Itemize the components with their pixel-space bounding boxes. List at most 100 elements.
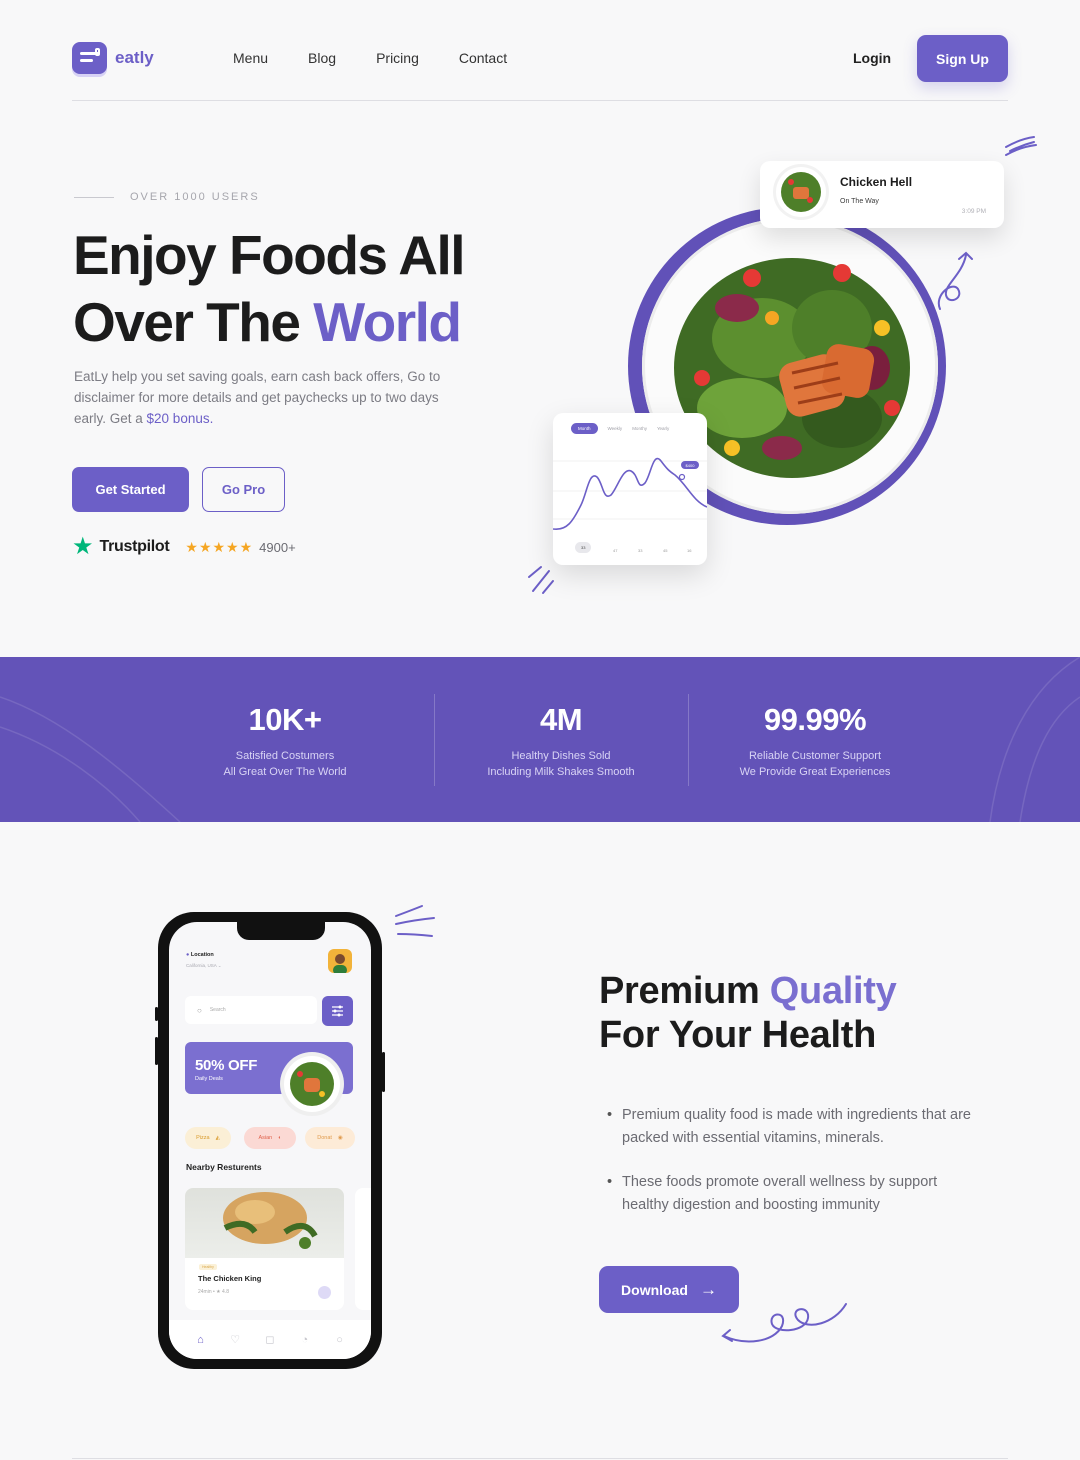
phone-screen: ● Location California, USA ⌄ ○ Search 50…	[169, 922, 371, 1359]
stat-sublabel: All Great Over The World	[223, 766, 347, 778]
restaurant-name: The Chicken King	[198, 1274, 262, 1283]
phone-side-button	[155, 1037, 158, 1065]
chart-x-label: 33	[638, 548, 643, 553]
mini-chart-svg: $400	[553, 457, 707, 530]
phone-side-button	[155, 1007, 158, 1021]
pizza-icon: ◭	[215, 1135, 220, 1141]
filter-icon	[332, 1005, 343, 1017]
location-value-text: California, USA	[186, 963, 217, 968]
swirl-arrow-decoration-icon	[937, 251, 973, 310]
stat-label: Reliable Customer Support	[748, 750, 882, 762]
arrow-right-icon: →	[699, 1279, 717, 1299]
premium-bullet-1: Premium quality food is made with ingred…	[607, 1104, 987, 1150]
nav-link-blog[interactable]: Blog	[308, 50, 336, 66]
nav-link-menu[interactable]: Menu	[233, 50, 268, 66]
category-chip-pizza[interactable]: Pizza ◭	[185, 1127, 231, 1149]
rating-stars: ★★★★★	[185, 538, 254, 555]
chevron-down-icon: ⌄	[217, 963, 222, 968]
chip-label: Pizza	[196, 1135, 210, 1141]
hero-eyebrow: OVER 1000 USERS	[74, 191, 260, 203]
trustpilot-rating: ★ Trustpilot ★★★★★ 4900+	[72, 533, 296, 560]
promo-title: 50% OFF	[195, 1057, 258, 1074]
restaurant-meta: 24min • ★ 4.8	[198, 1289, 229, 1295]
chart-x-label: 33	[575, 542, 592, 553]
squiggle-decoration-icon	[1005, 136, 1037, 156]
login-link[interactable]: Login	[853, 50, 891, 66]
chart-tab-monthy[interactable]: Monthy	[632, 426, 647, 431]
location-pin-icon: ●	[186, 952, 190, 958]
restaurant-card-peek[interactable]	[355, 1188, 371, 1310]
nearby-title: Nearby Resturents	[186, 1162, 262, 1172]
premium-title-word1: Premium	[599, 970, 770, 1012]
avatar[interactable]	[328, 949, 352, 973]
search-icon: ○	[197, 1005, 202, 1015]
promo-subtitle: Daily Deals	[195, 1076, 223, 1082]
nav-divider	[72, 100, 1008, 101]
stat-label: Healthy Dishes Sold	[511, 750, 611, 762]
signup-button[interactable]: Sign Up	[917, 35, 1008, 82]
bag-icon[interactable]: ◻	[264, 1334, 276, 1346]
chart-tab-yearly[interactable]: Yearly	[657, 426, 669, 431]
stat-value: 10K+	[248, 702, 322, 737]
stat-sublabel: We Provide Great Experiences	[739, 766, 891, 778]
heart-icon[interactable]: ♡	[229, 1334, 241, 1346]
notification-title: Chicken Hell	[840, 175, 913, 189]
phone-notch	[237, 922, 325, 940]
get-started-button[interactable]: Get Started	[72, 467, 189, 512]
restaurant-image	[185, 1188, 344, 1258]
bookmark-icon[interactable]	[318, 1286, 331, 1299]
location-value[interactable]: California, USA ⌄	[186, 963, 222, 969]
eyebrow-text: OVER 1000 USERS	[130, 191, 260, 203]
stat-label: Satisfied Costumers	[235, 750, 335, 762]
chart-x-label: 47	[613, 548, 618, 553]
donut-icon: ◉	[337, 1135, 343, 1141]
phone-bottom-nav: ⌂ ♡ ◻ ◔ ○	[169, 1320, 371, 1359]
logo[interactable]: eatly	[72, 42, 154, 74]
hero-title-accent: World	[313, 291, 462, 353]
bell-icon[interactable]: ◔	[299, 1334, 311, 1346]
order-notification-card[interactable]: Chicken Hell On The Way 3:09 PM	[760, 161, 1004, 228]
trustpilot-star-icon: ★	[72, 533, 94, 560]
chip-label: Donat	[317, 1135, 332, 1141]
top-nav: eatly Menu Blog Pricing Contact Login Si…	[72, 34, 1008, 82]
notification-subtitle: On The Way	[840, 198, 879, 205]
logo-text: eatly	[115, 48, 154, 67]
band-wave-decoration	[0, 657, 1080, 822]
footer-divider	[72, 1458, 1008, 1459]
stat-sublabel: Including Milk Shakes Smooth	[487, 766, 635, 778]
spark-decoration-icon	[528, 566, 554, 594]
promo-banner[interactable]: 50% OFF Daily Deals	[185, 1042, 353, 1112]
chip-label: Asian	[258, 1135, 273, 1141]
hero-title: Enjoy Foods All Over The World	[73, 222, 466, 356]
category-chip-donat[interactable]: Donat ◉	[305, 1127, 355, 1149]
user-icon[interactable]: ○	[334, 1334, 346, 1346]
chart-tabs: Month Weekly Monthy Yearly	[571, 423, 669, 434]
chart-tab-month[interactable]: Month	[571, 423, 598, 434]
nav-link-pricing[interactable]: Pricing	[376, 50, 419, 66]
search-input[interactable]: ○ Search	[185, 996, 317, 1024]
phone-side-button	[382, 1052, 385, 1092]
stat-value: 4M	[539, 702, 583, 737]
home-icon[interactable]: ⌂	[194, 1334, 206, 1346]
go-pro-button[interactable]: Go Pro	[202, 467, 285, 512]
rating-count: 4900+	[259, 539, 296, 555]
nav-link-contact[interactable]: Contact	[459, 50, 507, 66]
hero-description-text: EatLy help you set saving goals, earn ca…	[74, 369, 441, 426]
category-chip-asian[interactable]: Asian ◐	[244, 1127, 296, 1149]
restaurant-card[interactable]: Healthy The Chicken King 24min • ★ 4.8	[185, 1188, 344, 1310]
order-thumbnail-image	[776, 167, 826, 217]
hero-title-line2: Over The	[73, 291, 314, 353]
stat-value: 99.99%	[763, 702, 867, 737]
download-label: Download	[621, 1281, 688, 1298]
hero-description: EatLy help you set saving goals, earn ca…	[74, 366, 464, 429]
chart-tab-weekly[interactable]: Weekly	[608, 426, 623, 431]
sushi-icon: ◐	[278, 1135, 282, 1141]
restaurant-tag: Healthy	[199, 1264, 217, 1270]
chart-x-label: 16	[687, 548, 692, 553]
premium-title: Premium Quality For Your Health	[599, 969, 897, 1057]
premium-bullet-2: These foods promote overall wellness by …	[607, 1171, 987, 1217]
location-label-text: Location	[190, 952, 214, 958]
mini-chart-card: Month Weekly Monthy Yearly $400 33 47 33…	[553, 413, 707, 565]
filter-button[interactable]	[322, 996, 353, 1026]
chart-x-label: 45	[663, 548, 668, 553]
